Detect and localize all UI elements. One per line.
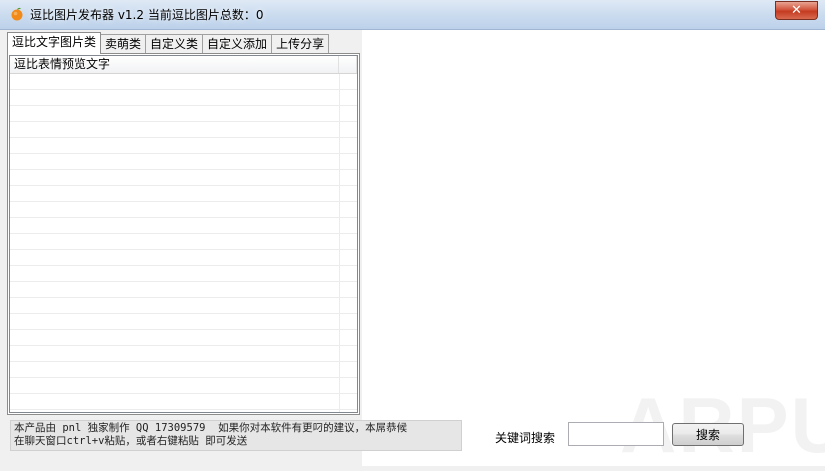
search-button[interactable]: 搜索 — [672, 423, 744, 446]
orange-app-icon — [11, 7, 23, 21]
tab-custom[interactable]: 自定义类 — [145, 34, 204, 54]
window-title: 逗比图片发布器 v1.2 当前逗比图片总数：0 — [30, 8, 264, 22]
column-divider — [339, 74, 340, 412]
search-label: 关键词搜索 — [495, 431, 556, 445]
search-input[interactable] — [568, 422, 664, 446]
tab-text-images[interactable]: 逗比文字图片类 — [7, 32, 102, 54]
close-button[interactable]: ✕ — [775, 1, 818, 20]
tab-cute[interactable]: 卖萌类 — [100, 34, 147, 54]
preview-list[interactable]: 逗比表情预览文字 — [9, 55, 358, 413]
left-panel: 逗比文字图片类 卖萌类 自定义类 自定义添加 上传分享 逗比表情预览文字 本产品… — [0, 30, 462, 466]
column-header-empty[interactable] — [339, 56, 357, 73]
title-bar[interactable]: 逗比图片发布器 v1.2 当前逗比图片总数：0 ✕ — [0, 0, 825, 30]
close-icon: ✕ — [791, 3, 802, 18]
info-text: 本产品由 pnl 独家制作 QQ 17309579 如果你对本软件有更叼的建议，… — [10, 420, 462, 451]
tab-strip: 逗比文字图片类 卖萌类 自定义类 自定义添加 上传分享 — [7, 32, 330, 54]
column-header-preview-text[interactable]: 逗比表情预览文字 — [10, 56, 339, 73]
tab-page: 逗比表情预览文字 — [7, 53, 360, 415]
list-header: 逗比表情预览文字 — [10, 56, 357, 74]
tab-custom-add[interactable]: 自定义添加 — [202, 34, 273, 54]
list-rows[interactable] — [10, 74, 357, 412]
tab-upload-share[interactable]: 上传分享 — [271, 34, 330, 54]
client-area: 逗比文字图片类 卖萌类 自定义类 自定义添加 上传分享 逗比表情预览文字 本产品… — [0, 30, 825, 469]
